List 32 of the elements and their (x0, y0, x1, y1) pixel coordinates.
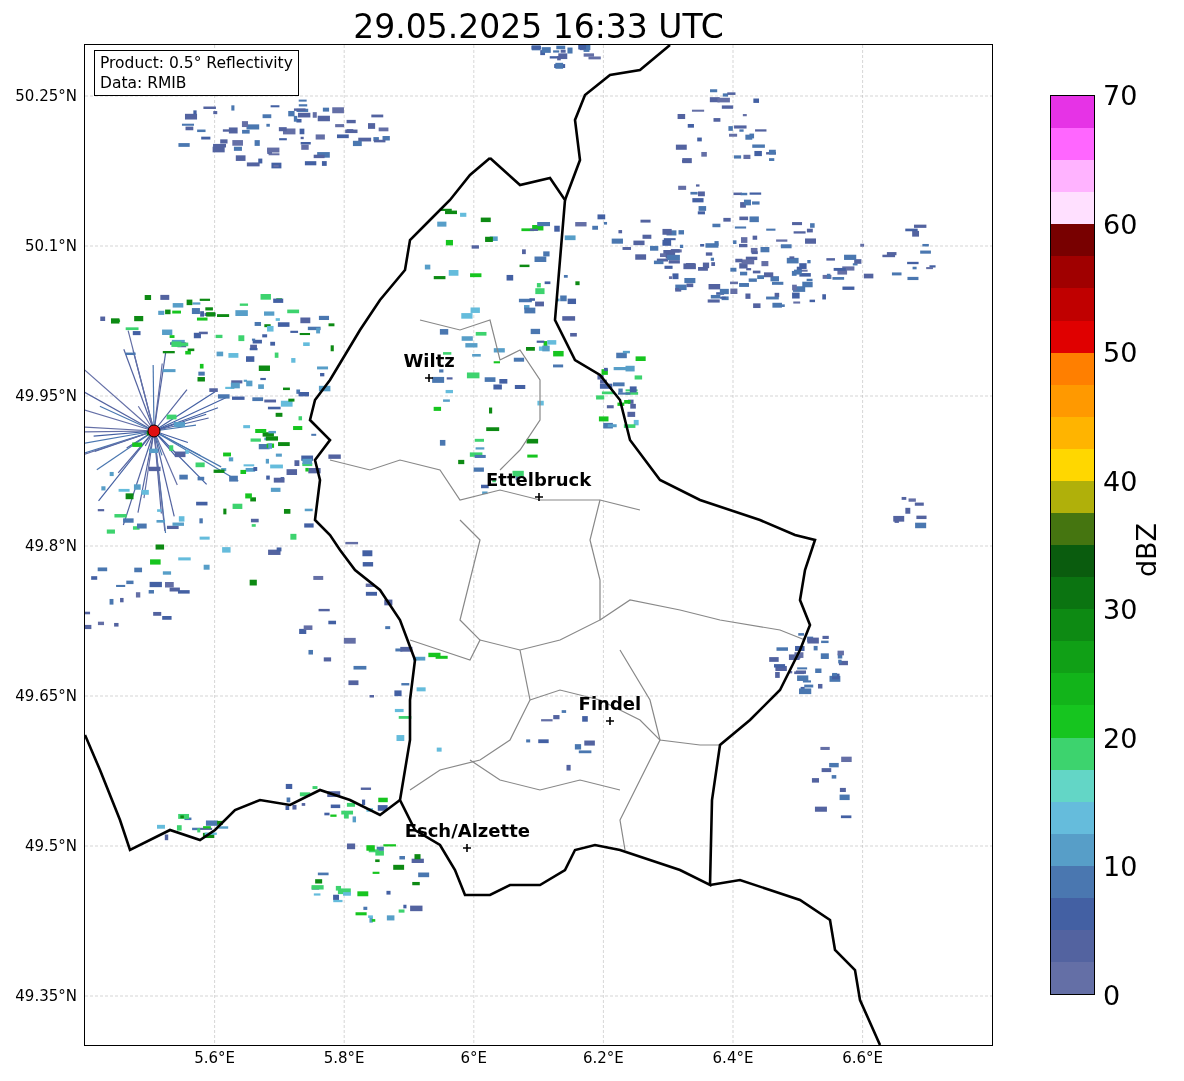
colorbar-tick-label: 40 (1103, 467, 1138, 495)
chart-title: 29.05.2025 16:33 UTC (353, 10, 724, 43)
city-marker-icon (534, 493, 543, 501)
x-tick-label: 5.8°E (323, 1049, 365, 1067)
y-tick-label: 49.35°N (15, 987, 77, 1005)
colorbar-tick-label: 30 (1103, 595, 1138, 623)
city-label: Ettelbruck (486, 470, 592, 490)
y-tick-label: 49.65°N (15, 687, 77, 705)
colorbar-tick-label: 0 (1103, 981, 1121, 1009)
y-tick-label: 49.5°N (24, 837, 77, 855)
x-tick-label: 6.4°E (712, 1049, 754, 1067)
colorbar-tick-label: 70 (1103, 81, 1138, 109)
y-tick-label: 50.1°N (24, 237, 77, 255)
colorbar-tick-label: 50 (1103, 338, 1138, 366)
colorbar-tick-label: 20 (1103, 724, 1138, 752)
colorbar-label: dBZ (1130, 522, 1162, 578)
colorbar-tick-label: 60 (1103, 210, 1138, 238)
y-tick-label: 49.8°N (24, 537, 77, 555)
x-tick-label: 6.6°E (842, 1049, 883, 1067)
x-tick-label: 6.2°E (582, 1049, 624, 1067)
city-label: Wiltz (403, 351, 455, 371)
y-tick-label: 49.95°N (15, 387, 77, 405)
x-tick-label: 6°E (460, 1049, 488, 1067)
city-marker-icon (463, 844, 472, 852)
y-tick-label: 50.25°N (15, 87, 77, 105)
city-marker-icon (425, 374, 434, 382)
x-tick-label: 5.6°E (194, 1049, 235, 1067)
info-text: Product: 0.5° Reflectivity (100, 53, 293, 74)
city-label: Findel (578, 694, 642, 714)
city-marker-icon (605, 717, 614, 725)
colorbar-tick-label: 10 (1103, 852, 1138, 880)
info-text: Data: RMIB (100, 73, 188, 94)
